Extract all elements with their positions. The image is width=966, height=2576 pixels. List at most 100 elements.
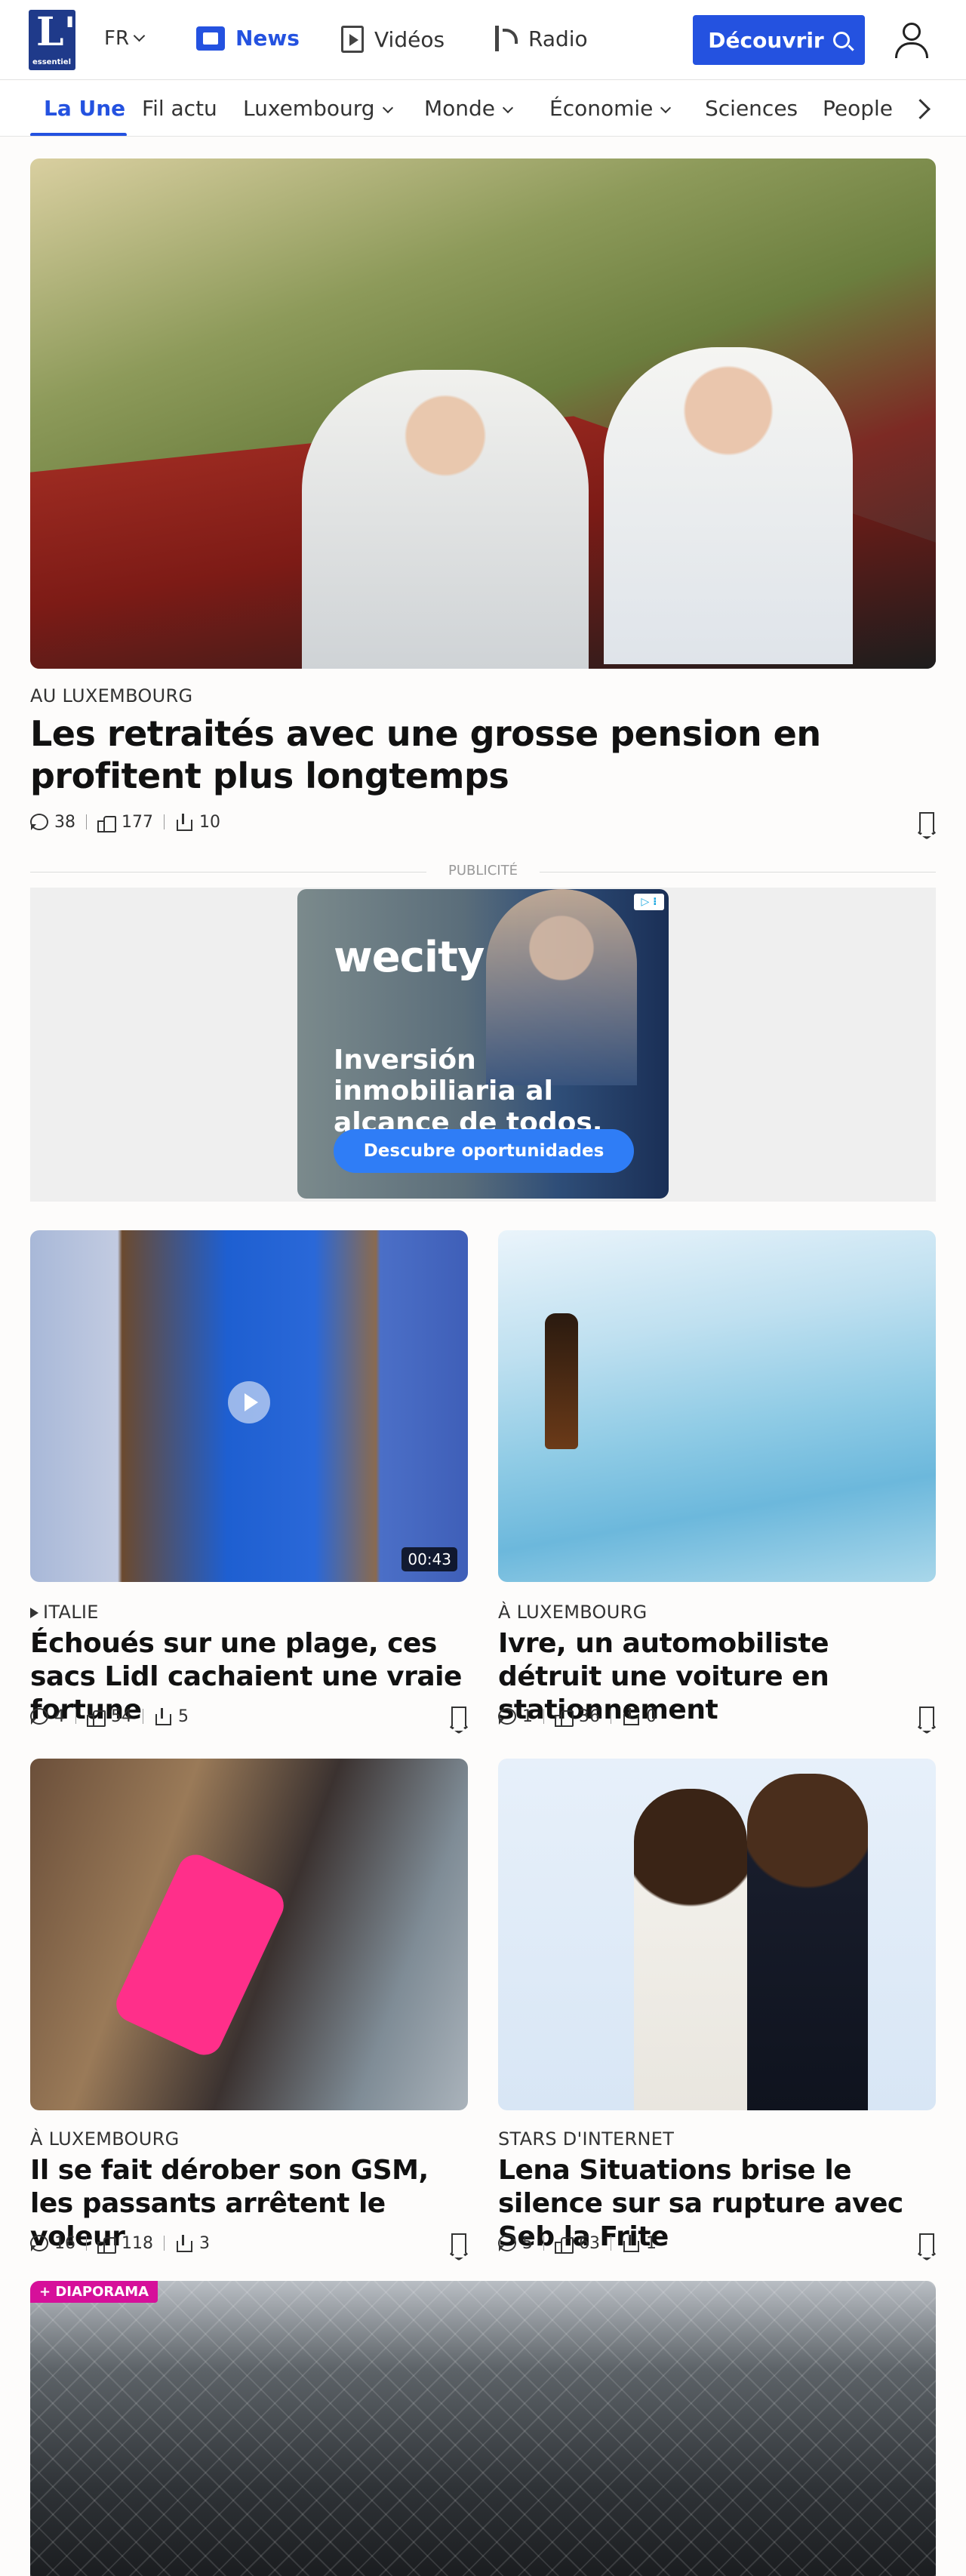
shares-value: 0 — [646, 1707, 657, 1726]
comment-icon — [498, 1708, 516, 1725]
share-icon — [622, 1708, 639, 1725]
article-meta: 4 54 5 — [30, 1706, 189, 1727]
search-icon — [832, 32, 850, 48]
shares-count[interactable]: 1 — [622, 2234, 657, 2253]
comments-count[interactable]: 38 — [30, 813, 75, 832]
likes-count[interactable]: 177 — [97, 813, 153, 833]
comments-value: 1 — [522, 1707, 533, 1726]
fence-texture — [30, 2281, 936, 2576]
top-header: L' essentiel FR News Vidéos Radio Découv… — [0, 0, 966, 80]
comment-icon — [30, 1708, 48, 1725]
comments-count[interactable]: 5 — [498, 2234, 533, 2253]
thumbs-up-icon — [555, 1708, 574, 1727]
comments-value: 4 — [54, 1707, 65, 1726]
tab-monde[interactable]: Monde — [424, 96, 514, 121]
bookmark-notch — [925, 830, 936, 839]
bookmark-notch — [925, 2251, 936, 2260]
bookmark-icon[interactable] — [450, 1707, 468, 1733]
comments-value: 16 — [54, 2233, 75, 2253]
discover-label: Découvrir — [708, 27, 824, 53]
person-shape — [747, 1774, 868, 2110]
shares-count[interactable]: 3 — [175, 2234, 210, 2253]
diaporama-image[interactable] — [30, 2281, 936, 2576]
shares-value: 3 — [199, 2233, 210, 2253]
bookmark-notch — [457, 1725, 468, 1733]
comments-count[interactable]: 16 — [30, 2234, 75, 2253]
tab-people[interactable]: People — [823, 96, 893, 121]
article-image[interactable]: 00:43 — [30, 1230, 468, 1582]
phone-shape — [110, 1848, 290, 2061]
bookmark-icon[interactable] — [918, 812, 936, 839]
person-shape — [634, 1789, 747, 2110]
bookmark-icon[interactable] — [918, 2233, 936, 2260]
active-tab-indicator — [30, 133, 127, 136]
nav-videos[interactable]: Vidéos — [341, 26, 445, 53]
tab-sciences[interactable]: Sciences — [705, 96, 798, 121]
user-account-icon[interactable] — [894, 23, 928, 58]
radio-icon — [495, 26, 518, 51]
article-meta: 1 36 0 — [498, 1706, 657, 1727]
likes-count[interactable]: 54 — [87, 1707, 132, 1727]
article-kicker: ITALIE — [30, 1602, 99, 1623]
chevron-down-icon — [382, 102, 393, 114]
thumbs-up-icon — [97, 814, 116, 833]
comment-icon — [30, 2235, 48, 2251]
article-image[interactable] — [30, 1759, 468, 2110]
thumbs-up-icon — [87, 1708, 106, 1727]
hero-headline[interactable]: Les retraités avec une grosse pension en… — [30, 712, 936, 797]
nav-news[interactable]: News — [196, 26, 300, 51]
tab-economie[interactable]: Économie — [549, 96, 672, 121]
language-selector[interactable]: FR — [104, 27, 146, 50]
shares-value: 5 — [178, 1707, 189, 1726]
share-icon — [175, 814, 192, 831]
comments-count[interactable]: 1 — [498, 1707, 533, 1726]
adchoices-icon[interactable]: ▷ ⁝ — [634, 894, 664, 910]
ad-label: PUBLICITÉ — [30, 863, 936, 881]
share-icon — [154, 1708, 171, 1725]
likes-count[interactable]: 36 — [555, 1707, 600, 1727]
category-nav: La Une Fil actu Luxembourg Monde Économi… — [0, 81, 966, 137]
bottle-shape — [545, 1313, 578, 1449]
likes-count[interactable]: 63 — [555, 2234, 600, 2254]
likes-value: 36 — [579, 1707, 600, 1726]
divider — [86, 2236, 87, 2251]
ad-creative[interactable]: wecity Inversión inmobiliaria al alcance… — [297, 889, 669, 1199]
chevron-right-icon[interactable] — [910, 97, 933, 120]
kicker-text: ITALIE — [43, 1602, 99, 1623]
article-image[interactable] — [498, 1759, 936, 2110]
bookmark-icon[interactable] — [918, 1707, 936, 1733]
article-meta: 5 63 1 — [498, 2233, 657, 2254]
divider — [75, 1709, 76, 1724]
bookmark-icon[interactable] — [450, 2233, 468, 2260]
play-icon[interactable] — [228, 1381, 270, 1423]
divider — [164, 2236, 165, 2251]
logo-mark: L' — [36, 9, 76, 55]
discover-button[interactable]: Découvrir — [693, 15, 865, 65]
person-shape — [302, 370, 589, 669]
ad-cta-button[interactable]: Descubre oportunidades — [334, 1129, 634, 1173]
shares-count[interactable]: 5 — [154, 1707, 189, 1726]
language-label: FR — [104, 27, 130, 50]
shares-count[interactable]: 10 — [175, 813, 220, 832]
shares-count[interactable]: 0 — [622, 1707, 657, 1726]
share-icon — [175, 2235, 192, 2252]
tab-luxembourg-label: Luxembourg — [243, 96, 375, 121]
video-duration: 00:43 — [401, 1547, 457, 1571]
chevron-down-icon — [133, 29, 146, 42]
thumbs-up-icon — [97, 2235, 116, 2254]
bookmark-notch — [925, 1725, 936, 1733]
nav-radio-label: Radio — [528, 26, 588, 51]
tab-luxembourg[interactable]: Luxembourg — [243, 96, 393, 121]
divider — [543, 1709, 544, 1724]
comments-count[interactable]: 4 — [30, 1707, 65, 1726]
hero-image[interactable] — [30, 158, 936, 669]
article-kicker: À LUXEMBOURG — [498, 1602, 648, 1623]
tab-fil-actu[interactable]: Fil actu — [142, 96, 217, 121]
comments-value: 5 — [522, 2233, 533, 2253]
shares-value: 1 — [646, 2233, 657, 2253]
article-image[interactable] — [498, 1230, 936, 1582]
likes-count[interactable]: 118 — [97, 2234, 153, 2254]
nav-radio[interactable]: Radio — [495, 26, 588, 51]
site-logo[interactable]: L' essentiel — [29, 10, 75, 70]
tab-la-une[interactable]: La Une — [44, 96, 125, 121]
